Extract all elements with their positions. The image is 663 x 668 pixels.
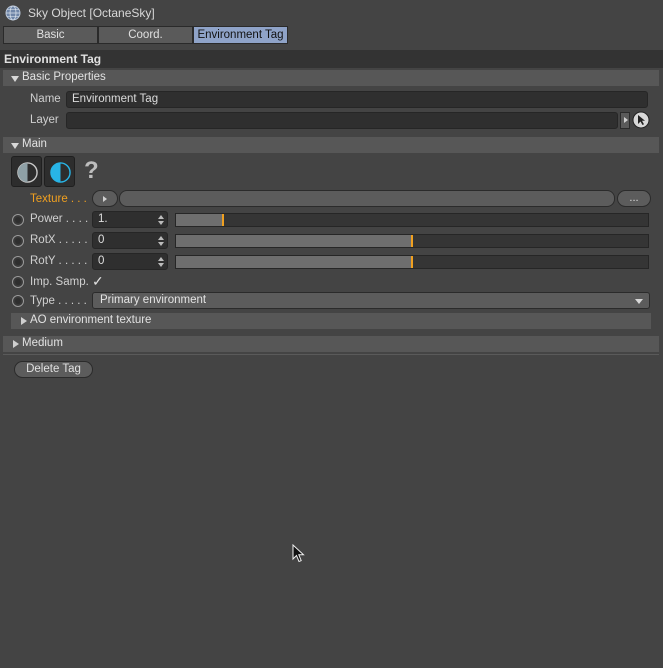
power-label: Power . . . . xyxy=(30,213,89,225)
power-input[interactable]: 1. xyxy=(92,211,168,228)
rotx-label: RotX . . . . . xyxy=(30,234,88,246)
roty-slider[interactable] xyxy=(175,255,649,269)
texture-mode-button-cyan[interactable] xyxy=(44,156,75,187)
section-title-bar: Environment Tag xyxy=(0,50,663,68)
rotx-slider[interactable] xyxy=(175,234,649,248)
basic-properties-label: Basic Properties xyxy=(22,71,106,83)
delete-tag-button[interactable]: Delete Tag xyxy=(14,361,93,378)
chevron-down-icon xyxy=(11,143,19,149)
arrow-right-icon xyxy=(624,117,628,123)
chevron-down-icon xyxy=(11,76,19,82)
roty-label: RotY . . . . . xyxy=(30,255,88,267)
window-title: Sky Object [OctaneSky] xyxy=(28,6,155,20)
type-dropdown-value: Primary environment xyxy=(100,294,207,306)
mouse-cursor-icon xyxy=(292,544,305,563)
title-bar: Sky Object [OctaneSky] xyxy=(0,0,663,26)
help-icon[interactable]: ? xyxy=(84,157,99,185)
texture-expand-button[interactable] xyxy=(92,190,118,207)
layer-label: Layer xyxy=(30,114,59,126)
imp-samp-label: Imp. Samp. xyxy=(30,276,89,288)
power-slider[interactable] xyxy=(175,213,649,227)
power-slider-knob[interactable] xyxy=(222,214,225,226)
power-animate-radio[interactable] xyxy=(12,214,24,226)
texture-mode-button-grey[interactable] xyxy=(11,156,42,187)
roty-value: 0 xyxy=(98,255,105,267)
rotx-animate-radio[interactable] xyxy=(12,235,24,247)
imp-samp-checkbox[interactable]: ✓ xyxy=(92,273,104,290)
rotx-value: 0 xyxy=(98,234,105,246)
stepper-arrows-icon[interactable] xyxy=(158,214,164,226)
main-label: Main xyxy=(22,138,47,150)
medium-label: Medium xyxy=(22,337,63,349)
name-field[interactable]: Environment Tag xyxy=(66,91,648,108)
arrow-right-icon xyxy=(103,196,107,202)
chevron-right-icon xyxy=(21,317,27,325)
globe-icon xyxy=(5,5,21,21)
power-value: 1. xyxy=(98,213,108,225)
main-header[interactable]: Main xyxy=(3,137,659,153)
roty-slider-knob[interactable] xyxy=(411,256,413,268)
type-label: Type . . . . . xyxy=(30,295,87,307)
divider xyxy=(3,354,659,355)
layer-field[interactable] xyxy=(66,112,618,129)
ao-environment-texture-header[interactable]: AO environment texture xyxy=(11,313,651,329)
ao-environment-texture-label: AO environment texture xyxy=(30,314,152,326)
layer-arrow-button[interactable] xyxy=(620,112,630,129)
tab-bar: Basic Coord. Environment Tag xyxy=(3,26,288,44)
section-title: Environment Tag xyxy=(4,52,102,66)
texture-label: Texture . . . xyxy=(30,193,87,205)
pick-cursor-icon[interactable] xyxy=(632,111,650,129)
type-animate-radio[interactable] xyxy=(12,295,24,307)
roty-input[interactable]: 0 xyxy=(92,253,168,270)
half-circle-cyan-icon xyxy=(50,162,71,183)
power-slider-fill xyxy=(176,214,224,226)
tab-environment-tag[interactable]: Environment Tag xyxy=(193,26,288,44)
texture-more-button[interactable]: ... xyxy=(617,190,651,207)
chevron-down-icon xyxy=(635,299,643,304)
half-circle-icon xyxy=(17,162,38,183)
rotx-input[interactable]: 0 xyxy=(92,232,168,249)
type-dropdown[interactable]: Primary environment xyxy=(92,292,650,309)
tab-basic[interactable]: Basic xyxy=(3,26,98,44)
texture-slot[interactable] xyxy=(119,190,615,207)
roty-slider-fill xyxy=(176,256,412,268)
stepper-arrows-icon[interactable] xyxy=(158,235,164,247)
tab-coord[interactable]: Coord. xyxy=(98,26,193,44)
imp-samp-animate-radio[interactable] xyxy=(12,276,24,288)
rotx-slider-knob[interactable] xyxy=(411,235,413,247)
roty-animate-radio[interactable] xyxy=(12,256,24,268)
chevron-right-icon xyxy=(13,340,19,348)
medium-header[interactable]: Medium xyxy=(3,336,659,352)
name-label: Name xyxy=(30,93,61,105)
rotx-slider-fill xyxy=(176,235,412,247)
stepper-arrows-icon[interactable] xyxy=(158,256,164,268)
basic-properties-header[interactable]: Basic Properties xyxy=(3,70,659,86)
